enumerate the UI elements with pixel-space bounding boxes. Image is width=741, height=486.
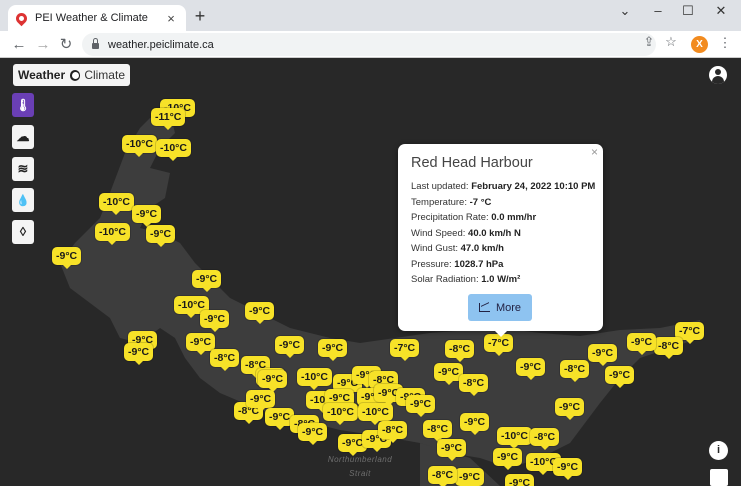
popup-row-last-updated: Last updated: February 24, 2022 10:10 PM (411, 181, 596, 192)
temperature-marker[interactable]: -10°C (99, 193, 134, 215)
popup-row-temperature: Temperature: -7 °C (411, 196, 492, 208)
temperature-marker[interactable]: -9°C (455, 468, 485, 486)
temperature-marker[interactable]: -8°C (560, 360, 590, 382)
temperature-marker[interactable]: -10°C (323, 403, 358, 425)
lock-icon (92, 38, 99, 49)
temperature-marker[interactable]: -9°C (246, 390, 276, 412)
map-pin-favicon-icon (13, 10, 30, 26)
temperature-marker[interactable]: -9°C (437, 439, 467, 461)
temperature-marker[interactable]: -9°C (406, 395, 436, 417)
temperature-marker[interactable]: -9°C (553, 458, 583, 480)
temperature-marker[interactable]: -10°C (497, 427, 532, 449)
temperature-marker[interactable]: -9°C (318, 339, 348, 361)
temperature-marker[interactable]: -9°C (555, 398, 585, 420)
maximize-button[interactable]: ☐ (673, 3, 703, 19)
forward-button[interactable]: → (33, 35, 53, 55)
weather-map[interactable]: Northumberland Strait -10°C-11°C-10°C-10… (0, 58, 741, 486)
reload-button[interactable]: ↻ (56, 35, 76, 55)
info-icon[interactable]: i (709, 441, 728, 460)
temperature-marker[interactable]: -7°C (390, 339, 420, 361)
temperature-marker[interactable]: -9°C (505, 474, 535, 486)
bookmark-star-icon[interactable]: ☆ (662, 34, 680, 50)
temperature-marker[interactable]: -9°C (298, 423, 328, 445)
temperature-marker[interactable]: -10°C (95, 223, 130, 245)
temperature-marker[interactable]: -10°C (122, 135, 157, 157)
temperature-marker[interactable]: -9°C (186, 333, 216, 355)
popup-row-pressure: Pressure: 1028.7 hPa (411, 258, 504, 270)
new-tab-button[interactable]: + (190, 6, 210, 26)
popup-pointer (494, 330, 508, 337)
water-label: Northumberland Strait (320, 453, 400, 481)
temperature-marker[interactable]: -8°C (654, 337, 684, 359)
back-button[interactable]: ← (9, 35, 29, 55)
profile-avatar[interactable]: X (691, 36, 708, 53)
temperature-marker[interactable]: -9°C (192, 270, 222, 292)
popup-title: Red Head Harbour (411, 155, 533, 171)
popup-row-precipitation: Precipitation Rate: 0.0 mm/hr (411, 212, 537, 223)
tab-close-icon[interactable]: × (164, 11, 178, 26)
temperature-marker[interactable]: -9°C (132, 205, 162, 227)
temperature-marker[interactable]: -8°C (530, 428, 560, 450)
thermometer-icon: 🌡 (15, 98, 31, 112)
temperature-marker[interactable]: -9°C (493, 448, 523, 470)
temperature-marker[interactable]: -8°C (459, 374, 489, 396)
temperature-marker[interactable]: -8°C (445, 340, 475, 362)
rain-cloud-icon: ☁ (16, 129, 30, 144)
browser-menu-icon[interactable]: ⋮ (716, 35, 734, 51)
share-icon[interactable]: ⇪ (640, 34, 658, 50)
temperature-marker[interactable]: -9°C (275, 336, 305, 358)
close-window-button[interactable]: ✕ (706, 3, 736, 19)
tab-title: PEI Weather & Climate (35, 12, 148, 24)
temperature-marker[interactable]: -9°C (52, 247, 82, 269)
wind-layer-button[interactable]: ≋ (12, 157, 34, 181)
dewpoint-layer-button[interactable]: ◊ (12, 220, 34, 244)
water-label-line-1: Northumberland (327, 455, 393, 464)
temperature-marker[interactable]: -9°C (245, 302, 275, 324)
temperature-marker[interactable]: -8°C (423, 420, 453, 442)
more-button[interactable]: More (468, 294, 532, 321)
temperature-marker[interactable]: -9°C (627, 333, 657, 355)
dewpoint-drop-icon: ◊ (19, 224, 27, 239)
temperature-marker[interactable]: -11°C (151, 108, 186, 130)
temperature-marker[interactable]: -8°C (428, 466, 458, 486)
url-text: weather.peiclimate.ca (108, 38, 214, 51)
browser-toolbar: ← → ↻ weather.peiclimate.ca ⇪ ☆ X ⋮ (0, 31, 741, 58)
station-popup: × Red Head Harbour Last updated: Februar… (398, 144, 603, 337)
temperature-marker[interactable]: -9°C (124, 343, 154, 365)
temperature-marker[interactable]: -9°C (516, 358, 546, 380)
humidity-drop-icon: 💧 (16, 195, 30, 207)
popup-close-icon[interactable]: × (591, 145, 598, 159)
temperature-layer-button[interactable]: 🌡 (12, 93, 34, 117)
temperature-marker[interactable]: -8°C (378, 421, 408, 443)
toggle-weather-label: Weather (18, 68, 66, 82)
toggle-climate-label: Climate (84, 68, 125, 82)
temperature-marker[interactable]: -10°C (156, 139, 191, 161)
more-label: More (495, 301, 522, 314)
address-bar[interactable]: weather.peiclimate.ca (82, 33, 656, 56)
toggle-switch[interactable] (70, 69, 81, 81)
water-label-line-2: Strait (349, 469, 371, 478)
line-chart-icon (478, 303, 490, 312)
temperature-marker[interactable]: -9°C (146, 225, 176, 247)
browser-tab[interactable]: PEI Weather & Climate × (8, 5, 186, 31)
tab-search-icon[interactable]: ⌄ (610, 3, 640, 19)
temperature-marker[interactable]: -9°C (258, 370, 288, 392)
temperature-marker[interactable]: -9°C (200, 310, 230, 332)
popup-row-wind-gust: Wind Gust: 47.0 km/h (411, 243, 504, 254)
wind-icon: ≋ (17, 161, 29, 176)
camera-icon[interactable] (710, 469, 728, 486)
temperature-marker[interactable]: -10°C (297, 368, 332, 390)
temperature-marker[interactable]: -9°C (588, 344, 618, 366)
account-icon[interactable] (709, 66, 727, 84)
weather-climate-toggle[interactable]: Weather Climate (13, 64, 130, 86)
humidity-layer-button[interactable]: 💧 (12, 188, 34, 212)
browser-tab-bar: PEI Weather & Climate × + ⌄ – ☐ ✕ (0, 0, 741, 31)
precipitation-layer-button[interactable]: ☁ (12, 125, 34, 149)
popup-row-solar-radiation: Solar Radiation: 1.0 W/m² (411, 274, 521, 285)
temperature-marker[interactable]: -9°C (460, 413, 490, 435)
popup-row-wind-speed: Wind Speed: 40.0 km/h N (411, 227, 521, 239)
temperature-marker[interactable]: -8°C (210, 349, 240, 371)
minimize-button[interactable]: – (643, 3, 673, 18)
temperature-marker[interactable]: -9°C (605, 366, 635, 388)
